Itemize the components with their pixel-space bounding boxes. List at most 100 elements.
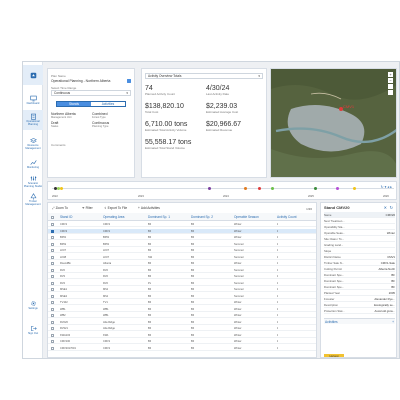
table-row[interactable]: RV3 RV2 BF BF Summer 1 <box>48 274 316 280</box>
rail-item-logo[interactable] <box>23 65 43 85</box>
rail-item-timber-management[interactable]: Timber Management <box>23 190 43 210</box>
detail-value: Alberta North <box>378 266 395 271</box>
rail-item-scenario-studio[interactable]: Scenario Planning Studio <box>23 172 43 192</box>
rail-item-monitoring[interactable]: Monitoring <box>23 154 43 174</box>
row-checkbox[interactable] <box>51 320 54 324</box>
timeline-marker[interactable] <box>314 187 317 190</box>
row-checkbox[interactable] <box>51 255 54 259</box>
overview-select[interactable]: Activity Overview Totals ▾ <box>145 73 263 79</box>
table-row[interactable]: KWA100 KW1 BF BF Winter 1 <box>48 333 316 338</box>
table-cell: 1 <box>277 307 279 311</box>
timeline-marker[interactable] <box>353 187 356 190</box>
table-row[interactable]: WB1 WB1 BF BF Winter 1 <box>48 307 316 312</box>
row-checkbox[interactable] <box>51 301 54 305</box>
col-operable-season[interactable]: Operable Season <box>234 215 259 219</box>
col-dominant-sp-1[interactable]: Dominant Sp. 1 <box>148 215 170 219</box>
table-cell: 1 <box>277 340 279 344</box>
table-cell: BF <box>191 314 195 318</box>
row-checkbox[interactable] <box>51 229 54 233</box>
col-stand-id[interactable]: Stand ID <box>60 215 72 219</box>
add-activities-button[interactable]: + Add Activities <box>138 206 160 210</box>
table-row[interactable]: MSE2 MS1 BF BF Summer 1 <box>48 294 316 299</box>
zoom-to-button[interactable]: ⤢ Zoom To <box>52 206 68 210</box>
timeline-controls[interactable]: ↻ ▾ ◂ ▸ <box>381 185 392 189</box>
table-cell: RV2 <box>103 275 108 279</box>
zoom-in-button[interactable]: + <box>388 72 393 77</box>
layers-button[interactable] <box>388 84 393 89</box>
table-row[interactable]: LK08 LK07 SW BF Summer 1 <box>48 255 316 260</box>
detail-value: BF <box>391 284 395 289</box>
filter-button[interactable]: ⏷ Filter <box>82 206 93 210</box>
table-row[interactable]: LK07 LK07 BF BF Summer 1 <box>48 248 316 254</box>
row-checkbox[interactable] <box>51 294 54 298</box>
row-checkbox[interactable] <box>51 327 54 331</box>
table-row[interactable]: CMV1 CMV1 BF BF Winter 1 <box>48 222 316 228</box>
satellite-map[interactable]: CMV1 <box>271 69 397 178</box>
timeline-marker[interactable] <box>244 187 247 190</box>
table-row[interactable]: CMV100 CMV1 BF BF Winter 1 <box>48 339 316 345</box>
table-row[interactable]: RV321 Alta Ridge BF BF Winter 1 <box>48 326 316 332</box>
timeline-marker[interactable] <box>258 187 261 190</box>
col-operating-area[interactable]: Operating Area <box>103 215 124 219</box>
table-cell: MSE1 <box>60 288 68 292</box>
table-row[interactable]: RV220 Alta Ridge BF BF Winter 1 <box>48 320 316 325</box>
fullscreen-button[interactable] <box>388 90 393 95</box>
table-row[interactable]: BP01 BP01 BF BF Winter 1 <box>48 235 316 241</box>
row-checkbox[interactable] <box>51 340 54 344</box>
row-checkbox[interactable] <box>51 275 54 279</box>
row-checkbox[interactable] <box>51 262 54 266</box>
select-all-checkbox[interactable] <box>51 215 54 219</box>
table-cell: 1 <box>277 275 279 279</box>
table-cell: 1 <box>277 346 279 350</box>
map-view[interactable]: CMV1 + − <box>270 68 397 178</box>
harvest-badge[interactable]: Harvest <box>324 354 344 357</box>
table-row[interactable]: RoundBk Alberta BF BF Winter 1 <box>48 261 316 267</box>
table-row[interactable]: RV2 RV2 BF BF Summer 1 <box>48 268 316 273</box>
row-checkbox[interactable] <box>51 288 54 292</box>
table-row[interactable]: MSE1 MS1 BF BF Summer 1 <box>48 287 316 293</box>
rail-item-settings[interactable]: Settings <box>23 295 43 315</box>
refresh-icon[interactable]: ↻ <box>390 205 393 210</box>
table-row[interactable]: CMV2 CMV1 BF BF Winter 1 <box>48 228 316 234</box>
zoom-out-button[interactable]: − <box>388 78 393 83</box>
activities-section[interactable]: Activities + <box>324 318 395 324</box>
rail-item-resource-management[interactable]: Resource Management <box>23 134 43 154</box>
col-activity-count[interactable]: Activity Count <box>277 215 297 219</box>
stands-activities-toggle[interactable]: Stands Activities <box>56 101 126 107</box>
row-checkbox[interactable] <box>51 333 54 337</box>
table-row[interactable]: BP02 BP01 BF BF Summer 1 <box>48 242 316 247</box>
table-row[interactable]: WB2 WB1 BF BF Winter 1 <box>48 313 316 319</box>
row-checkbox[interactable] <box>51 242 54 246</box>
row-checkbox[interactable] <box>51 236 54 240</box>
table-row[interactable]: RV4 RV2 PL BF Summer 1 <box>48 281 316 286</box>
segment-activities[interactable]: Activities <box>91 102 125 106</box>
table-row[interactable]: TV102 TV1 BF BF Winter 1 <box>48 300 316 306</box>
row-checkbox[interactable] <box>51 268 54 272</box>
col-dominant-sp-2[interactable]: Dominant Sp. 2 <box>191 215 213 219</box>
rail-item-sign-out[interactable]: Sign Out <box>23 320 43 340</box>
add-icon[interactable]: + <box>392 320 394 324</box>
rail-item-dashboard[interactable]: Dashboard <box>23 90 43 110</box>
close-icon[interactable]: ✕ <box>384 205 387 210</box>
timeline-marker[interactable] <box>60 187 63 190</box>
row-checkbox[interactable] <box>51 307 54 311</box>
rail-item-operational-planning[interactable]: Operational Planning <box>23 110 43 130</box>
export-button[interactable]: ⇪ Export To File <box>104 206 127 210</box>
timeline-marker[interactable] <box>208 187 211 190</box>
chevron-down-icon: ▾ <box>258 74 260 78</box>
time-range-select[interactable]: Continuous ▾ <box>51 90 131 96</box>
row-checkbox[interactable] <box>51 249 54 253</box>
row-checkbox[interactable] <box>51 346 54 350</box>
table-cell: BF <box>191 223 195 227</box>
table-cell: BP01 <box>103 242 110 246</box>
table-row[interactable]: CMV2017019 CMV1 BF BF Winter 1 <box>48 346 316 351</box>
row-checkbox[interactable] <box>51 314 54 318</box>
segment-stands[interactable]: Stands <box>57 102 91 106</box>
edit-icon[interactable] <box>127 79 131 83</box>
row-checkbox[interactable] <box>51 223 54 227</box>
plan-name-field[interactable]: Operational Planning - Northern Alberta <box>51 78 131 84</box>
row-checkbox[interactable] <box>51 281 54 285</box>
timeline-marker[interactable] <box>271 187 274 190</box>
timeline-marker[interactable] <box>336 187 339 190</box>
detail-row: Protection Stat... Avoid old grow... <box>324 308 395 314</box>
